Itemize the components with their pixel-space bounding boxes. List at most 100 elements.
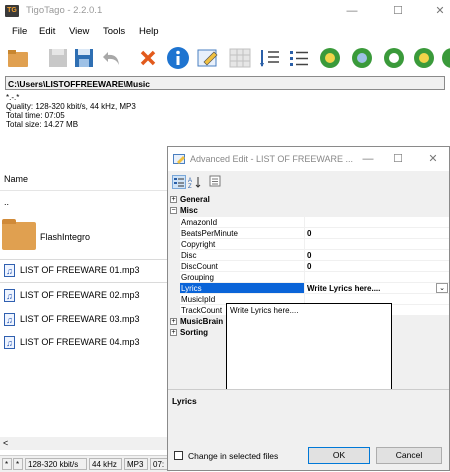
menu-help[interactable]: Help (139, 26, 159, 37)
dialog-maximize-button[interactable]: ☐ (388, 152, 408, 166)
app-icon: TG (5, 5, 19, 17)
info-icon[interactable] (166, 46, 190, 70)
list-item-file-1[interactable]: ♫ LIST OF FREEWARE 01.mp3 (0, 259, 170, 283)
minimize-button[interactable]: — (342, 4, 362, 18)
expand-icon[interactable]: + (170, 196, 177, 203)
prop-disc[interactable]: Disc 0 (168, 250, 449, 261)
close-button[interactable]: ✕ (430, 4, 450, 18)
collapse-icon[interactable]: − (170, 207, 177, 214)
menu-tools[interactable]: Tools (103, 26, 125, 37)
list-item-folder[interactable]: FlashIntegro (0, 218, 170, 256)
title-bar: TG TigoTago - 2.2.0.1 — ☐ ✕ (0, 0, 450, 22)
prop-value[interactable] (305, 239, 449, 250)
delete-icon[interactable] (136, 46, 160, 70)
horizontal-scrollbar[interactable]: < (0, 437, 170, 450)
prop-value[interactable] (305, 272, 449, 283)
tag-music-icon[interactable] (318, 46, 342, 70)
status-pattern-2: * (13, 458, 23, 470)
cancel-button[interactable]: Cancel (376, 447, 442, 464)
prop-disccount[interactable]: DiscCount 0 (168, 261, 449, 272)
ok-button[interactable]: OK (308, 447, 370, 464)
expand-icon[interactable]: + (170, 318, 177, 325)
dialog-title-bar: Advanced Edit - LIST OF FREEWARE ... — ☐… (168, 147, 449, 171)
info-quality: Quality: 128-320 kbit/s, 44 kHz, MP3 (6, 102, 136, 111)
list-icon[interactable] (287, 46, 311, 70)
dialog-title: Advanced Edit - LIST OF FREEWARE ... (190, 154, 354, 164)
sort-alphabetical-icon[interactable]: AZ (188, 175, 202, 190)
grid-icon[interactable] (228, 46, 252, 70)
list-item-file-3[interactable]: ♫ LIST OF FREEWARE 03.mp3 (0, 309, 170, 331)
save-icon[interactable] (72, 46, 96, 70)
tag-music-icon-5[interactable] (440, 46, 450, 70)
advanced-edit-dialog: Advanced Edit - LIST OF FREEWARE ... — ☐… (167, 146, 450, 471)
status-pattern-1: * (2, 458, 12, 470)
menu-view[interactable]: View (69, 26, 89, 37)
category-label: Sorting (180, 328, 208, 337)
prop-name: BeatsPerMinute (180, 228, 304, 239)
prop-name: Grouping (180, 272, 304, 283)
music-file-icon: ♫ (4, 264, 15, 277)
advanced-edit-icon[interactable] (196, 46, 220, 70)
prop-lyrics[interactable]: Lyrics Write Lyrics here.... ⌄ (168, 283, 449, 294)
file-label: LIST OF FREEWARE 03.mp3 (20, 314, 140, 324)
status-quality: 128-320 kbit/s (25, 458, 87, 470)
toolbar (0, 42, 450, 76)
prop-value[interactable]: 0 (305, 261, 449, 272)
tag-music-icon-3[interactable] (382, 46, 406, 70)
music-file-icon: ♫ (4, 336, 15, 349)
menu-file[interactable]: File (12, 26, 27, 37)
dropdown-arrow-icon[interactable]: ⌄ (436, 283, 448, 293)
menu-edit[interactable]: Edit (39, 26, 55, 37)
music-file-icon: ♫ (4, 313, 15, 326)
categorized-icon[interactable] (172, 175, 186, 189)
info-pattern: *.-.* (6, 93, 20, 102)
lyrics-text[interactable]: Write Lyrics here.... (230, 306, 298, 315)
expand-icon[interactable]: + (170, 329, 177, 336)
sort-numbered-icon[interactable] (258, 46, 282, 70)
dialog-footer: Change in selected files OK Cancel (168, 443, 449, 470)
save-disabled-icon[interactable] (46, 46, 70, 70)
prop-copyright[interactable]: Copyright (168, 239, 449, 250)
category-general[interactable]: + General (168, 194, 449, 205)
column-name[interactable]: Name (4, 174, 28, 184)
category-misc[interactable]: − Misc (168, 205, 449, 216)
svg-text:Z: Z (188, 184, 192, 189)
status-frequency: 44 kHz (89, 458, 122, 470)
help-panel: Lyrics (168, 389, 449, 444)
path-field[interactable]: C:\Users\LISTOFFREEWARE\Music (5, 76, 445, 90)
status-bar: * * 128-320 kbit/s 44 kHz MP3 07: (0, 455, 170, 472)
prop-value[interactable]: 0 (305, 250, 449, 261)
list-item-parent[interactable]: .. (0, 192, 170, 214)
prop-value[interactable] (305, 217, 449, 228)
lyrics-value[interactable]: Write Lyrics here.... (305, 283, 449, 294)
prop-grouping[interactable]: Grouping (168, 272, 449, 283)
list-header[interactable]: Name (0, 168, 170, 191)
dialog-toolbar: AZ (168, 171, 449, 193)
prop-value[interactable]: 0 (305, 228, 449, 239)
list-item-file-4[interactable]: ♫ LIST OF FREEWARE 04.mp3 (0, 332, 170, 354)
music-file-icon: ♫ (4, 289, 15, 302)
scroll-left-arrow[interactable]: < (3, 438, 8, 448)
list-item-file-2[interactable]: ♫ LIST OF FREEWARE 02.mp3 (0, 285, 170, 307)
prop-amazonid[interactable]: AmazonId (168, 217, 449, 228)
dialog-close-button[interactable]: ✕ (423, 152, 443, 166)
tag-music-icon-2[interactable] (350, 46, 374, 70)
window-title: TigoTago - 2.2.0.1 (26, 5, 103, 16)
change-selected-label: Change in selected files (188, 451, 279, 461)
open-folder-icon[interactable] (6, 46, 30, 70)
dialog-minimize-button[interactable]: — (358, 152, 378, 166)
maximize-button[interactable]: ☐ (388, 4, 408, 18)
info-total-time: Total time: 07:05 (6, 111, 65, 120)
file-info: *.-.* Quality: 128-320 kbit/s, 44 kHz, M… (6, 93, 136, 129)
menu-bar: File Edit View Tools Help (0, 24, 450, 40)
property-pages-icon[interactable] (208, 175, 222, 189)
tag-music-icon-4[interactable] (412, 46, 436, 70)
prop-bpm[interactable]: BeatsPerMinute 0 (168, 228, 449, 239)
prop-name: Copyright (180, 239, 304, 250)
prop-name: DiscCount (180, 261, 304, 272)
undo-icon[interactable] (100, 46, 124, 70)
change-selected-checkbox[interactable] (174, 451, 183, 460)
help-title: Lyrics (172, 396, 197, 406)
folder-icon (2, 219, 36, 250)
category-label: MusicBrain (180, 317, 224, 326)
